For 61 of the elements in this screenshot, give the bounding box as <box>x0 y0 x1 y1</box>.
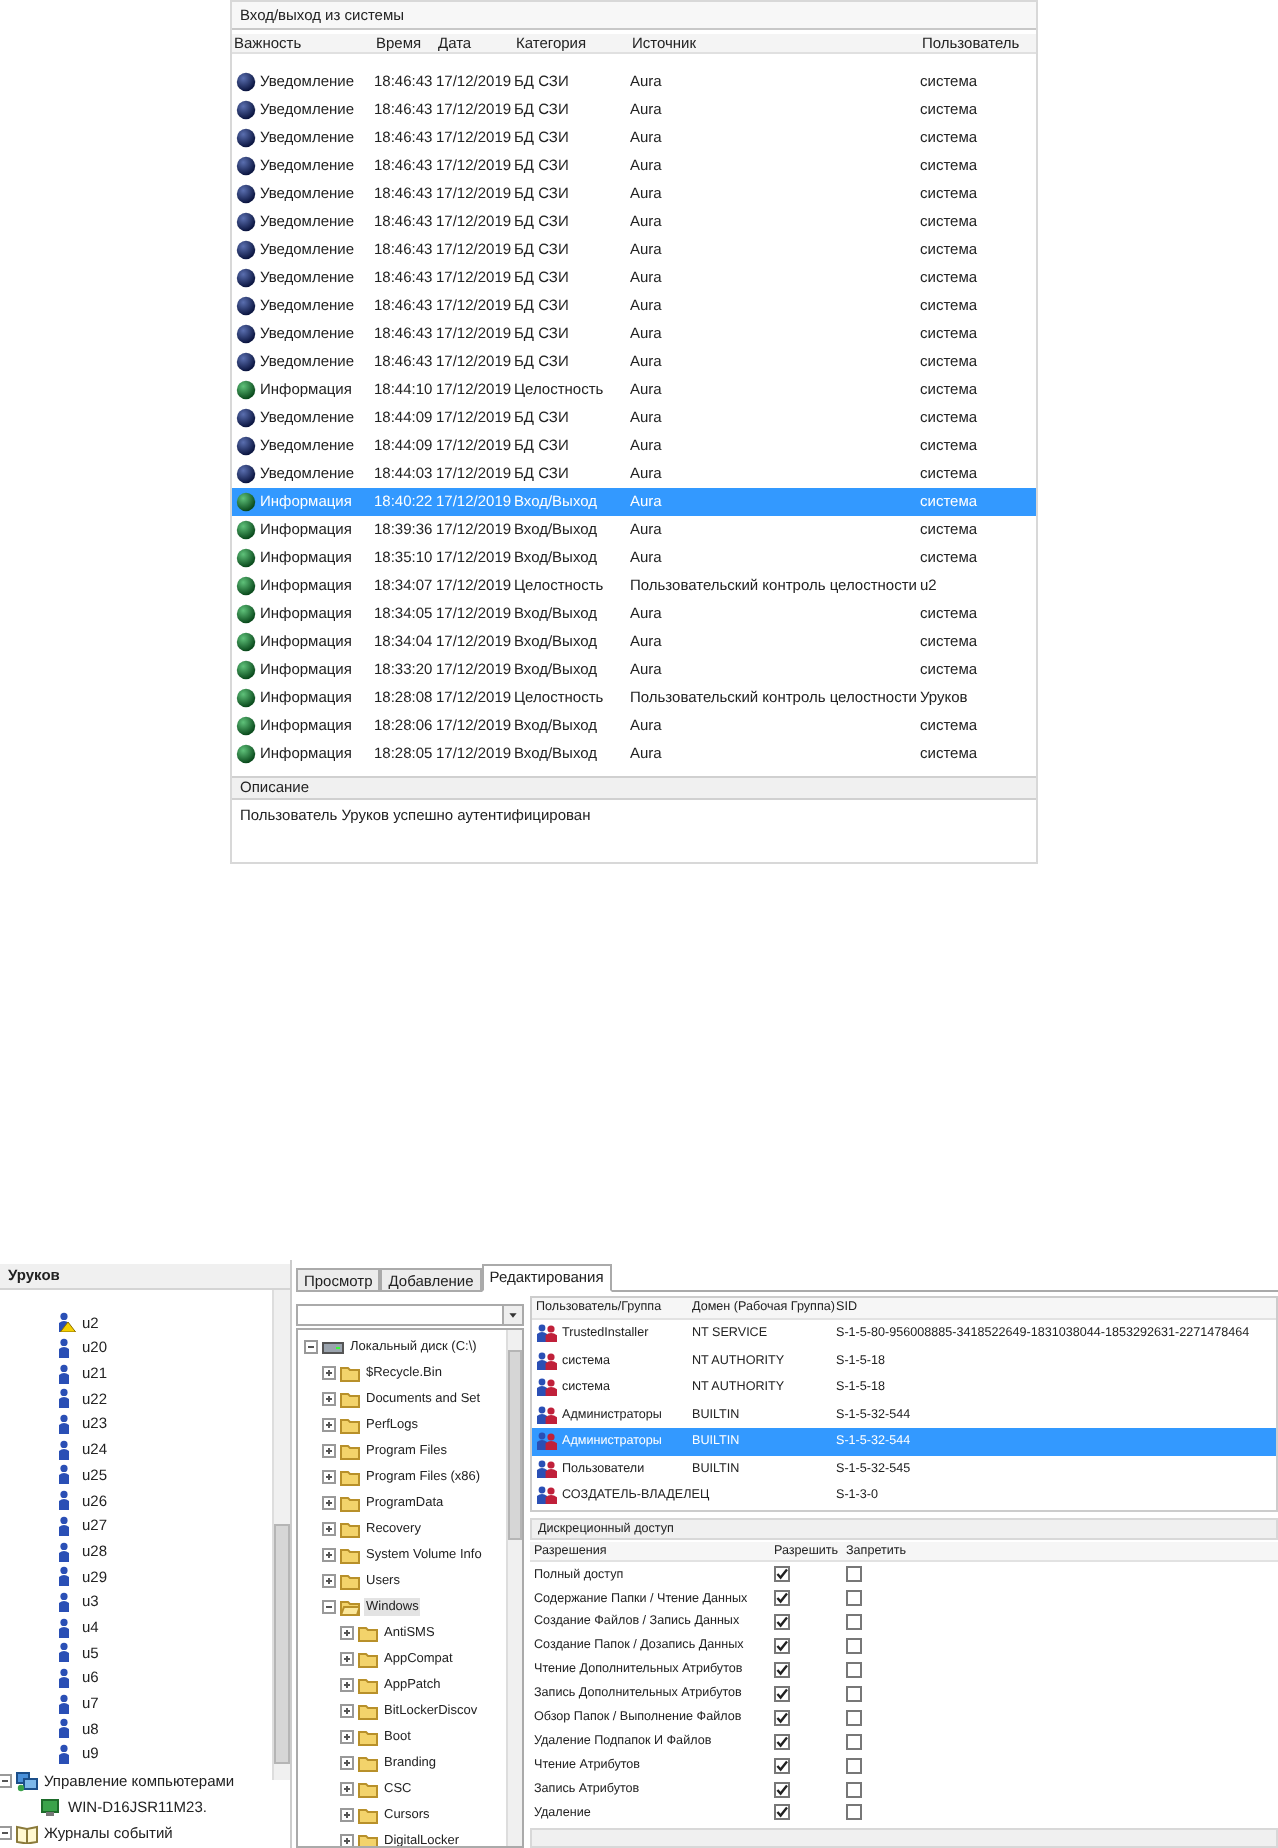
collapse-icon[interactable] <box>0 1826 12 1841</box>
checkbox[interactable] <box>846 1757 862 1774</box>
checkbox[interactable] <box>774 1638 790 1655</box>
checkbox[interactable] <box>774 1614 790 1631</box>
checkbox[interactable] <box>774 1757 790 1774</box>
checkbox[interactable] <box>846 1685 862 1702</box>
expand-icon[interactable] <box>340 1782 354 1796</box>
expand-icon[interactable] <box>340 1730 354 1744</box>
checkbox[interactable] <box>774 1661 790 1678</box>
checkbox[interactable] <box>774 1566 790 1583</box>
expand-icon[interactable] <box>322 1444 336 1458</box>
expand-icon[interactable] <box>340 1652 354 1666</box>
scrollbar[interactable] <box>272 1290 290 1780</box>
open-folder-icon <box>340 1599 360 1615</box>
expand-icon[interactable] <box>322 1392 336 1406</box>
expand-icon[interactable] <box>340 1808 354 1822</box>
collapse-icon[interactable] <box>322 1600 336 1614</box>
expand-icon[interactable] <box>340 1678 354 1692</box>
checkbox[interactable] <box>774 1804 790 1821</box>
checkbox[interactable] <box>774 1590 790 1607</box>
expand-icon[interactable] <box>322 1470 336 1484</box>
group-icon <box>536 1324 558 1343</box>
expand-icon[interactable] <box>322 1418 336 1432</box>
expand-icon[interactable] <box>340 1834 354 1846</box>
drive-icon <box>322 1339 344 1355</box>
checkbox[interactable] <box>846 1614 862 1631</box>
group-icon <box>536 1459 558 1478</box>
expand-icon[interactable] <box>322 1522 336 1536</box>
checkbox[interactable] <box>846 1781 862 1798</box>
checkbox[interactable] <box>846 1804 862 1821</box>
expand-icon[interactable] <box>322 1574 336 1588</box>
computer-icon <box>40 1797 62 1818</box>
expand-icon[interactable] <box>322 1366 336 1380</box>
group-icon <box>536 1351 558 1370</box>
expand-icon[interactable] <box>322 1548 336 1562</box>
computers-icon <box>16 1771 38 1792</box>
group-icon <box>536 1378 558 1397</box>
user-warning-icon <box>56 1312 76 1333</box>
checkbox[interactable] <box>846 1566 862 1583</box>
collapse-icon[interactable] <box>0 1774 12 1789</box>
checkbox[interactable] <box>846 1733 862 1750</box>
expand-icon[interactable] <box>340 1704 354 1718</box>
checkbox[interactable] <box>774 1781 790 1798</box>
checkbox[interactable] <box>846 1709 862 1726</box>
expand-icon[interactable] <box>340 1756 354 1770</box>
log-book-icon <box>16 1823 38 1844</box>
checkbox[interactable] <box>774 1685 790 1702</box>
checkbox[interactable] <box>846 1638 862 1655</box>
checkbox[interactable] <box>774 1709 790 1726</box>
checkbox[interactable] <box>774 1733 790 1750</box>
expand-icon[interactable] <box>340 1626 354 1640</box>
scrollbar[interactable] <box>506 1330 522 1846</box>
scrollbar-thumb[interactable] <box>274 1524 290 1764</box>
expand-icon[interactable] <box>322 1496 336 1510</box>
collapse-icon[interactable] <box>304 1340 318 1354</box>
checkbox[interactable] <box>846 1590 862 1607</box>
group-icon <box>536 1405 558 1424</box>
scrollbar-thumb[interactable] <box>508 1350 522 1540</box>
group-icon <box>536 1432 558 1451</box>
checkbox[interactable] <box>846 1661 862 1678</box>
group-icon <box>536 1486 558 1505</box>
